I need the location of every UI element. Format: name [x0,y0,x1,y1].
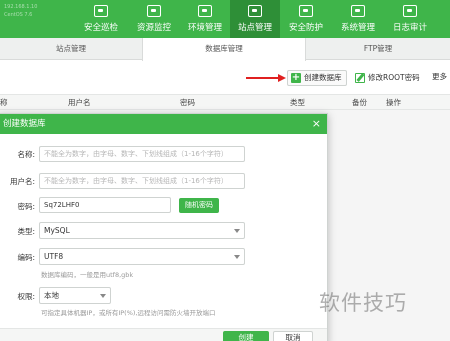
site-icon [248,5,262,17]
create-submit-button[interactable]: 创建 [223,331,269,341]
shield-scan-icon [94,5,108,17]
chevron-down-icon [234,255,240,259]
database-username-input[interactable] [39,173,245,189]
server-info: 192.168.1.10 CentOS 7.6 [4,3,68,19]
access-hint: 可指定具体机器IP，或所有IP(%),远程访问需防火墙开放端口 [41,309,216,317]
chevron-down-icon [100,294,106,298]
database-type-select[interactable]: MySQL [39,222,245,239]
column-name: 称 [0,98,8,107]
edit-icon [355,73,365,83]
sub-tabs: 站点管理 数据库管理 FTP管理 [0,38,450,61]
server-ip: 192.168.1.10 [4,4,38,10]
nav-security-protect[interactable]: 安全防护 [280,0,332,38]
nav-security-check[interactable]: 安全巡检 [74,0,128,38]
modify-root-password-label: 修改ROOT密码 [368,73,420,82]
name-label: 名称: [17,150,35,159]
system-icon [351,5,365,17]
modify-root-password-button[interactable]: 修改ROOT密码 [351,70,425,86]
chevron-down-icon [234,229,240,233]
nav-environment[interactable]: 环境管理 [180,0,230,38]
table-header: 称 用户名 密码 类型 备份 操作 [0,94,450,110]
nav-label: 站点管理 [237,23,272,33]
column-actions: 操作 [386,98,401,107]
create-database-button[interactable]: + 创建数据库 [287,70,347,86]
env-icon [198,5,212,17]
annotation-arrow [246,77,280,79]
close-icon[interactable]: × [312,114,321,134]
access-permission-select[interactable]: 本地 [39,287,111,304]
annotation-arrow-head [278,73,286,82]
type-value: MySQL [44,226,70,235]
encoding-hint: 数据库编码，一般是用utf8,gbk [41,271,134,279]
server-os: CentOS 7.6 [4,12,33,18]
column-username: 用户名 [68,98,91,107]
type-label: 类型: [17,227,35,236]
dialog-title: 创建数据库 [3,119,46,129]
watermark-text: 软件技巧 [319,291,407,315]
tab-ftp-management[interactable]: FTP管理 [306,38,450,60]
nav-label: 资源监控 [136,23,171,33]
access-label: 权限: [17,292,35,301]
database-name-input[interactable] [39,146,245,162]
tab-site-management[interactable]: 站点管理 [0,38,142,60]
monitor-icon [147,5,161,17]
access-value: 本地 [44,291,59,300]
random-password-button[interactable]: 随机密码 [179,198,219,213]
nav-label: 环境管理 [187,23,222,33]
column-type: 类型 [290,98,305,107]
nav-log-audit[interactable]: 日志审计 [384,0,436,38]
encoding-value: UTF8 [44,252,64,261]
more-button[interactable]: 更多 [432,70,447,86]
nav-site-management[interactable]: 站点管理 [230,0,280,38]
password-label: 密码: [17,202,35,211]
nav-label: 日志审计 [392,23,427,33]
top-navigation: 192.168.1.10 CentOS 7.6 安全巡检 资源监控 环境管理 站… [0,0,450,38]
nav-label: 系统管理 [340,23,375,33]
column-backup: 备份 [352,98,367,107]
plus-icon: + [291,72,301,83]
username-label: 用户名: [9,177,35,186]
create-database-dialog: 创建数据库 × 名称: 用户名: 密码: 随机密码 类型: MySQL 编码: … [0,113,328,341]
nav-system-management[interactable]: 系统管理 [332,0,384,38]
encoding-label: 编码: [17,253,35,262]
nav-label: 安全巡检 [83,23,118,33]
tab-database-management[interactable]: 数据库管理 [142,38,306,61]
database-password-input[interactable] [39,197,171,213]
cancel-button[interactable]: 取消 [273,331,313,341]
nav-resource-monitor[interactable]: 资源监控 [128,0,180,38]
create-database-label: 创建数据库 [304,73,342,82]
database-encoding-select[interactable]: UTF8 [39,248,245,265]
dialog-header: 创建数据库 × [0,114,327,134]
column-password: 密码 [180,98,195,107]
log-icon [403,5,417,17]
protect-icon [299,5,313,17]
nav-label: 安全防护 [288,23,323,33]
